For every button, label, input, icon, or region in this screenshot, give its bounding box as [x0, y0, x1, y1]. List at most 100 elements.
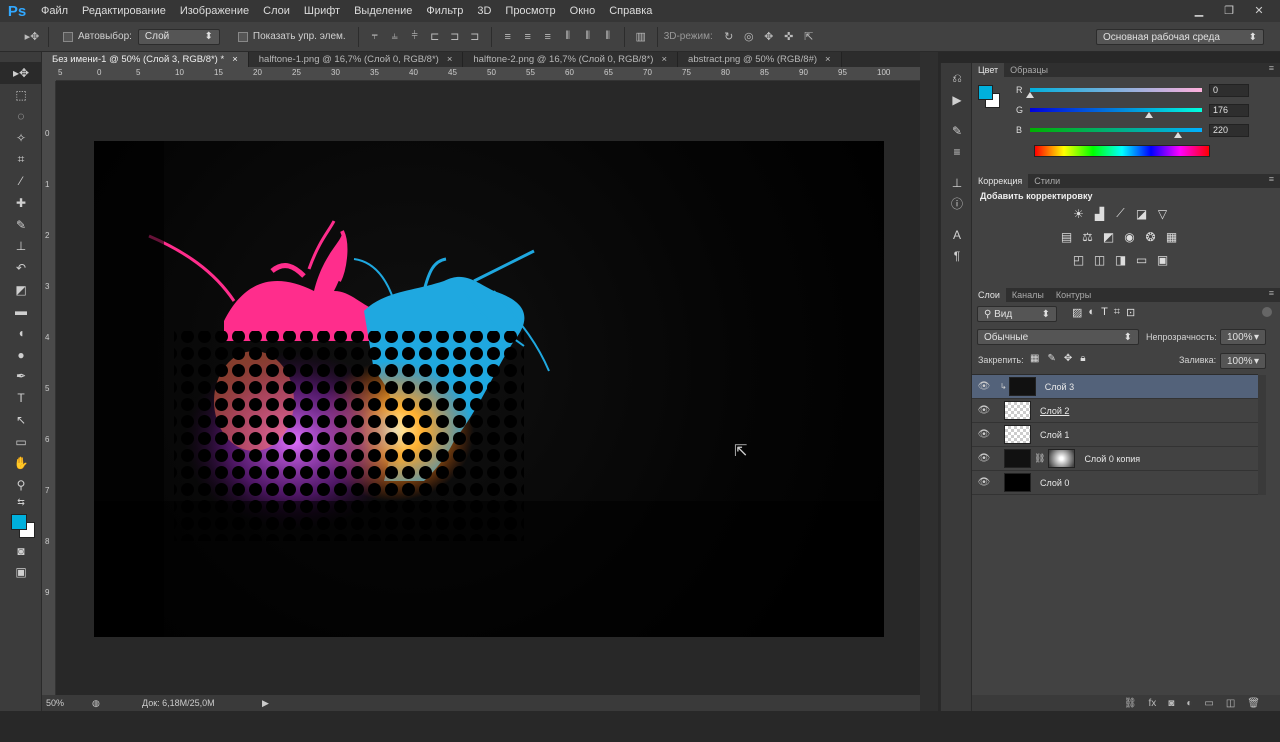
menu-type[interactable]: Шрифт [297, 0, 347, 22]
swap-colors-icon[interactable]: ⇆ [0, 496, 42, 510]
selective-color-icon[interactable]: ▣ [1154, 251, 1171, 268]
lasso-tool-icon[interactable]: ◌ [0, 105, 42, 127]
close-icon[interactable]: ✕ [1246, 2, 1272, 18]
eye-icon[interactable]: 👁︎ [972, 405, 996, 416]
layer-style-icon[interactable]: fx [1149, 698, 1157, 709]
character-panel-icon[interactable]: A [941, 224, 973, 245]
blur-tool-icon[interactable]: ◖ [0, 322, 42, 344]
add-mask-icon[interactable]: ◙ [1168, 698, 1174, 709]
panel-menu-icon[interactable]: ≡ [1269, 288, 1274, 298]
scale-3d-icon[interactable]: ⇱ [799, 27, 819, 47]
filter-pixel-icon[interactable]: ▨ [1072, 306, 1082, 319]
fill-input[interactable]: 100% ▾ [1220, 353, 1266, 369]
eye-icon[interactable]: 👁︎ [972, 477, 996, 488]
layer-row-layer0-copy[interactable]: 👁︎ ⛓ Слой 0 копия [972, 447, 1258, 471]
status-icon[interactable]: ◍ [92, 698, 142, 709]
tab-channels[interactable]: Каналы [1006, 288, 1050, 302]
distribute-bottom-icon[interactable]: ≡ [538, 27, 558, 47]
filter-adjustment-icon[interactable]: ◐ [1088, 306, 1095, 319]
vertical-ruler[interactable]: 0 1 2 3 4 5 6 7 8 9 [42, 67, 56, 695]
color-lookup-icon[interactable]: ▦ [1163, 228, 1180, 245]
menu-help[interactable]: Справка [602, 0, 659, 22]
lock-transparency-icon[interactable]: ▦ [1030, 353, 1039, 364]
align-right-icon[interactable]: ⊐ [465, 27, 485, 47]
clone-source-icon[interactable]: ⊥ [941, 172, 973, 193]
path-select-tool-icon[interactable]: ↖ [0, 409, 42, 431]
eye-icon[interactable]: 👁︎ [972, 453, 996, 464]
history-brush-tool-icon[interactable]: ↶ [0, 257, 42, 279]
quick-mask-icon[interactable]: ◙ [0, 540, 42, 562]
invert-icon[interactable]: ◰ [1070, 251, 1087, 268]
horizontal-ruler[interactable]: 5 0 5 10 15 20 25 30 35 40 45 50 55 60 65 70 75 80 85 90 95 1… [56, 67, 920, 81]
zoom-level[interactable]: 50% [42, 698, 92, 708]
new-group-icon[interactable]: ▭ [1204, 698, 1213, 709]
panel-menu-icon[interactable]: ≡ [1269, 63, 1274, 73]
ruler-origin[interactable] [42, 67, 56, 81]
tab-color[interactable]: Цвет [972, 63, 1005, 77]
link-layers-icon[interactable]: ⛓ [1124, 698, 1137, 709]
channel-mixer-icon[interactable]: ❂ [1142, 228, 1159, 245]
distribute-vcenter-icon[interactable]: ≡ [518, 27, 538, 47]
distribute-hcenter-icon[interactable]: ⦀ [578, 27, 598, 47]
filter-shape-icon[interactable]: ⌗ [1114, 306, 1120, 319]
dodge-tool-icon[interactable]: ● [0, 344, 42, 366]
close-icon[interactable]: × [661, 54, 667, 65]
red-slider[interactable] [1026, 88, 1202, 98]
menu-filter[interactable]: Фильтр [419, 0, 470, 22]
tab-document-2[interactable]: halftone-1.png @ 16,7% (Слой 0, RGB/8*) × [248, 52, 464, 67]
status-menu-icon[interactable]: ▶ [262, 698, 269, 709]
gradient-tool-icon[interactable]: ▬ [0, 301, 42, 323]
tab-document-1[interactable]: Без имени-1 @ 50% (Слой 3, RGB/8*) * × [42, 52, 249, 67]
new-adjustment-icon[interactable]: ◐ [1186, 698, 1192, 709]
filter-toggle[interactable] [1262, 307, 1272, 317]
align-top-icon[interactable]: ⫧ [365, 27, 385, 47]
levels-icon[interactable]: ▟ [1091, 205, 1108, 222]
layer-row-layer0[interactable]: 👁︎ Слой 0 [972, 471, 1258, 495]
restore-icon[interactable]: ❐ [1216, 2, 1242, 18]
healing-brush-tool-icon[interactable]: ✚ [0, 192, 42, 214]
distribute-top-icon[interactable]: ≡ [498, 27, 518, 47]
drag-3d-icon[interactable]: ✥ [759, 27, 779, 47]
crop-tool-icon[interactable]: ⌗ [0, 149, 42, 171]
tab-document-4[interactable]: abstract.png @ 50% (RGB/8#) × [678, 52, 842, 67]
screen-mode-icon[interactable]: ▣ [0, 561, 42, 583]
tab-swatches[interactable]: Образцы [1004, 63, 1054, 77]
move-tool-preset-icon[interactable]: ▸✥ [22, 27, 42, 47]
tab-adjustments[interactable]: Коррекция [972, 174, 1029, 188]
layer-row-layer2[interactable]: 👁︎ Слой 2 [972, 399, 1258, 423]
menu-select[interactable]: Выделение [347, 0, 419, 22]
close-icon[interactable]: × [825, 54, 831, 65]
brightness-icon[interactable]: ☀ [1070, 205, 1087, 222]
rotate-3d-icon[interactable]: ↻ [719, 27, 739, 47]
posterize-icon[interactable]: ◫ [1091, 251, 1108, 268]
autoselect-select[interactable]: Слой ⬍ [137, 28, 220, 45]
align-bottom-icon[interactable]: ⫩ [405, 27, 425, 47]
menu-layers[interactable]: Слои [256, 0, 297, 22]
tab-paths[interactable]: Контуры [1050, 288, 1097, 302]
pen-tool-icon[interactable]: ✒ [0, 366, 42, 388]
green-value-input[interactable]: 176 [1209, 103, 1249, 117]
hand-tool-icon[interactable]: ✋ [0, 452, 42, 474]
link-icon[interactable]: ⛓ [1034, 453, 1045, 464]
new-layer-icon[interactable]: ◫ [1226, 698, 1235, 709]
layer-row-layer3[interactable]: 👁︎ ↳ Слой 3 [972, 375, 1258, 399]
layer-filter-select[interactable]: ⚲ Вид ⬍ [977, 306, 1057, 322]
auto-align-icon[interactable]: ▥ [631, 27, 651, 47]
photo-filter-icon[interactable]: ◉ [1121, 228, 1138, 245]
eye-icon[interactable]: 👁︎ [972, 381, 996, 392]
distribute-right-icon[interactable]: ⦀ [598, 27, 618, 47]
lock-pixels-icon[interactable]: ✎ [1047, 353, 1055, 364]
opacity-input[interactable]: 100% ▾ [1220, 329, 1266, 345]
blue-slider[interactable] [1030, 128, 1202, 138]
slider-thumb[interactable] [1026, 92, 1034, 98]
eye-icon[interactable]: 👁︎ [972, 429, 996, 440]
trash-icon[interactable]: 🗑︎ [1247, 698, 1260, 709]
menu-window[interactable]: Окно [563, 0, 603, 22]
paragraph-panel-icon[interactable]: ¶ [941, 245, 973, 266]
color-spectrum-bar[interactable] [1034, 145, 1210, 157]
curves-icon[interactable]: ⟋ [1112, 205, 1129, 222]
show-transform-checkbox[interactable] [237, 31, 248, 42]
lock-all-icon[interactable]: 🔒︎ [1080, 353, 1085, 364]
brush-tool-icon[interactable]: ✎ [0, 214, 42, 236]
tab-document-3[interactable]: halftone-2.png @ 16,7% (Слой 0, RGB/8*) × [463, 52, 679, 67]
